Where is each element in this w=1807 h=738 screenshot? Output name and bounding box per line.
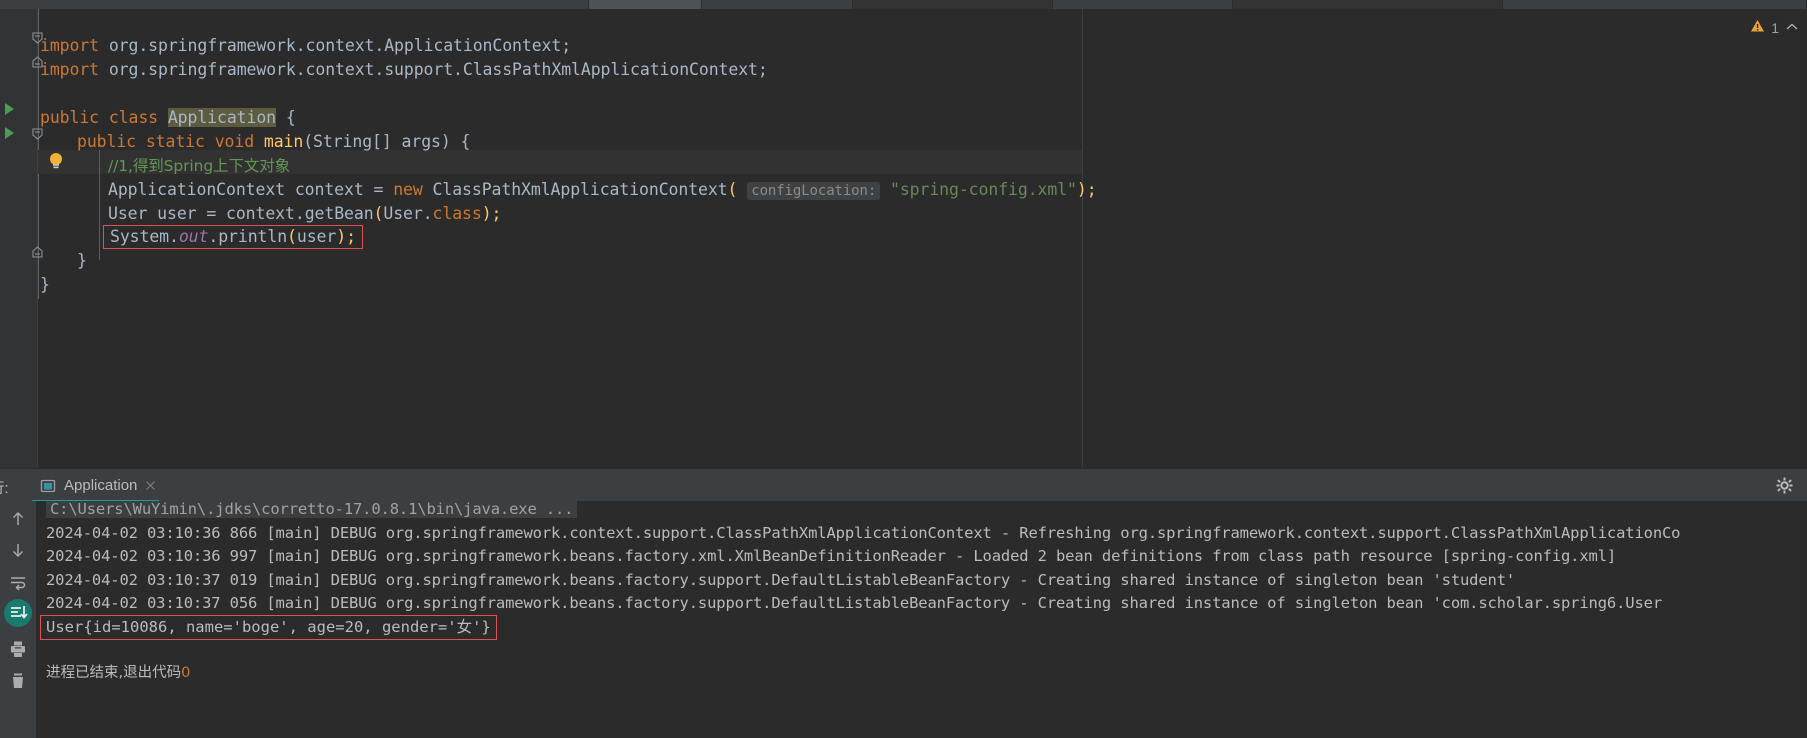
process-exit-message: 进程已结束,退出代码0 <box>46 661 190 682</box>
console-toolbar[interactable] <box>0 501 36 738</box>
dot: . <box>208 227 219 246</box>
code-line-import-2: import org.springframework.context.suppo… <box>40 58 768 82</box>
code-line-println-wrapper: System.out.println(user); <box>103 225 363 249</box>
console-command-line: C:\Users\WuYimin\.jdks\corretto-17.0.8.1… <box>46 501 578 521</box>
editor-gutter[interactable] <box>0 9 38 468</box>
println-method: println <box>218 227 288 246</box>
close-icon[interactable] <box>145 478 156 494</box>
parameter-hint-chip: configLocation: <box>747 182 881 200</box>
run-tab-application[interactable]: Application <box>32 469 164 502</box>
close-paren-semicolon: ); <box>481 204 502 223</box>
exit-message-text: 进程已结束,退出代码 <box>46 665 182 681</box>
inspection-status-widget[interactable]: 1 <box>1750 19 1799 36</box>
class-name-highlight: Application <box>167 108 277 127</box>
console-log-line: 2024-04-02 03:10:36 866 [main] DEBUG org… <box>46 522 1681 545</box>
close-paren-semicolon: ); <box>336 227 356 246</box>
open-paren: ( <box>373 204 384 223</box>
import-path: org.springframework.context.ApplicationC… <box>99 36 572 55</box>
log-text: 2024-04-02 03:10:37 019 [main] DEBUG org… <box>46 571 1516 589</box>
run-triangle-icon[interactable] <box>5 103 14 115</box>
class-keyword: public class <box>40 108 168 127</box>
editor-tab-segment[interactable] <box>588 0 703 9</box>
run-configuration-icon <box>40 478 56 494</box>
scroll-down-icon[interactable] <box>8 540 28 560</box>
log-text: 2024-04-02 03:10:36 997 [main] DEBUG org… <box>46 547 1617 565</box>
program-output-highlight-box: User{id=10086, name='boge', age=20, gend… <box>40 615 497 640</box>
code-line-import-1: import org.springframework.context.Appli… <box>40 34 571 58</box>
editor-tab-segment[interactable] <box>1052 0 1234 9</box>
out-field: out <box>178 227 209 246</box>
soft-wrap-icon[interactable] <box>8 572 28 592</box>
user-arg: user <box>296 227 337 246</box>
close-paren-semicolon: ); <box>1076 180 1097 199</box>
class-literal-keyword: class <box>432 204 482 223</box>
code-line-comment: //1,得到Spring上下文对象 <box>108 154 290 178</box>
closing-brace: } <box>77 251 87 270</box>
warning-count: 1 <box>1771 19 1779 36</box>
main-method-name: main <box>263 132 304 151</box>
console-output[interactable]: C:\Users\WuYimin\.jdks\corretto-17.0.8.1… <box>36 501 1807 738</box>
new-keyword: new <box>393 180 433 199</box>
main-modifiers: public static <box>77 132 215 151</box>
println-highlight-box: System.out.println(user); <box>103 225 363 249</box>
run-triangle-icon[interactable] <box>5 127 14 139</box>
run-panel-label: 行: <box>0 481 9 497</box>
import-keyword: import <box>40 60 100 79</box>
constructor-name: ClassPathXmlApplicationContext <box>432 180 728 199</box>
print-icon[interactable] <box>8 639 28 659</box>
scroll-to-end-icon[interactable] <box>4 599 32 627</box>
scroll-up-icon[interactable] <box>8 509 28 529</box>
void-keyword: void <box>214 132 264 151</box>
code-line-class-decl: public class Application { <box>40 106 296 130</box>
warning-triangle-icon <box>1750 19 1765 36</box>
code-line-main-decl: public static void main(String[] args) { <box>77 130 470 154</box>
clear-all-icon[interactable] <box>8 671 28 691</box>
code-line-context-init: ApplicationContext context = new ClassPa… <box>108 178 1097 202</box>
closing-brace: } <box>40 275 50 294</box>
run-tool-window-header[interactable]: 行: Application <box>0 468 1807 502</box>
editor-tab-segment[interactable] <box>702 0 853 9</box>
open-paren: ( <box>727 180 738 199</box>
open-brace: { <box>276 108 296 127</box>
program-output-text: User{id=10086, name='boge', age=20, gend… <box>46 618 491 636</box>
run-tab-label: Application <box>64 477 138 494</box>
main-params: (String[] args) { <box>303 132 471 151</box>
code-line-close-method: } <box>77 249 87 273</box>
code-line-close-class: } <box>40 273 50 297</box>
console-log-line: 2024-04-02 03:10:37 019 [main] DEBUG org… <box>46 569 1515 592</box>
user-declaration: User user = context. <box>108 204 305 223</box>
editor-tab-segment[interactable] <box>1503 0 1807 9</box>
log-text: 2024-04-02 03:10:37 056 [main] DEBUG org… <box>46 594 1662 612</box>
import-keyword: import <box>40 36 100 55</box>
log-text: 2024-04-02 03:10:36 866 [main] DEBUG org… <box>46 524 1681 542</box>
code-line-getbean: User user = context.getBean(User.class); <box>108 202 501 226</box>
code-editor[interactable]: import org.springframework.context.Appli… <box>0 9 1807 468</box>
java-command: C:\Users\WuYimin\.jdks\corretto-17.0.8.1… <box>46 501 578 518</box>
exit-code-value: 0 <box>181 665 191 681</box>
editor-tab-segment[interactable] <box>0 0 589 9</box>
editor-tab-segment[interactable] <box>1233 0 1504 9</box>
code-text-area[interactable]: import org.springframework.context.Appli… <box>40 9 1807 468</box>
getbean-method: getBean <box>304 204 374 223</box>
console-log-line: 2024-04-02 03:10:36 997 [main] DEBUG org… <box>46 545 1616 568</box>
config-location-string: "spring-config.xml" <box>890 180 1077 199</box>
context-declaration: ApplicationContext context = <box>108 180 394 199</box>
user-type-ref: User. <box>383 204 433 223</box>
editor-tab-strip[interactable] <box>0 0 1807 9</box>
editor-tab-segment[interactable] <box>852 0 1053 9</box>
open-paren: ( <box>287 227 297 246</box>
console-log-line: 2024-04-02 03:10:37 056 [main] DEBUG org… <box>46 592 1662 615</box>
import-path: org.springframework.context.support.Clas… <box>99 60 768 79</box>
comment-text: //1,得到Spring上下文对象 <box>108 157 291 175</box>
gear-icon[interactable] <box>1776 477 1793 494</box>
system-ref: System. <box>110 227 179 246</box>
chevron-up-icon[interactable] <box>1785 20 1799 35</box>
